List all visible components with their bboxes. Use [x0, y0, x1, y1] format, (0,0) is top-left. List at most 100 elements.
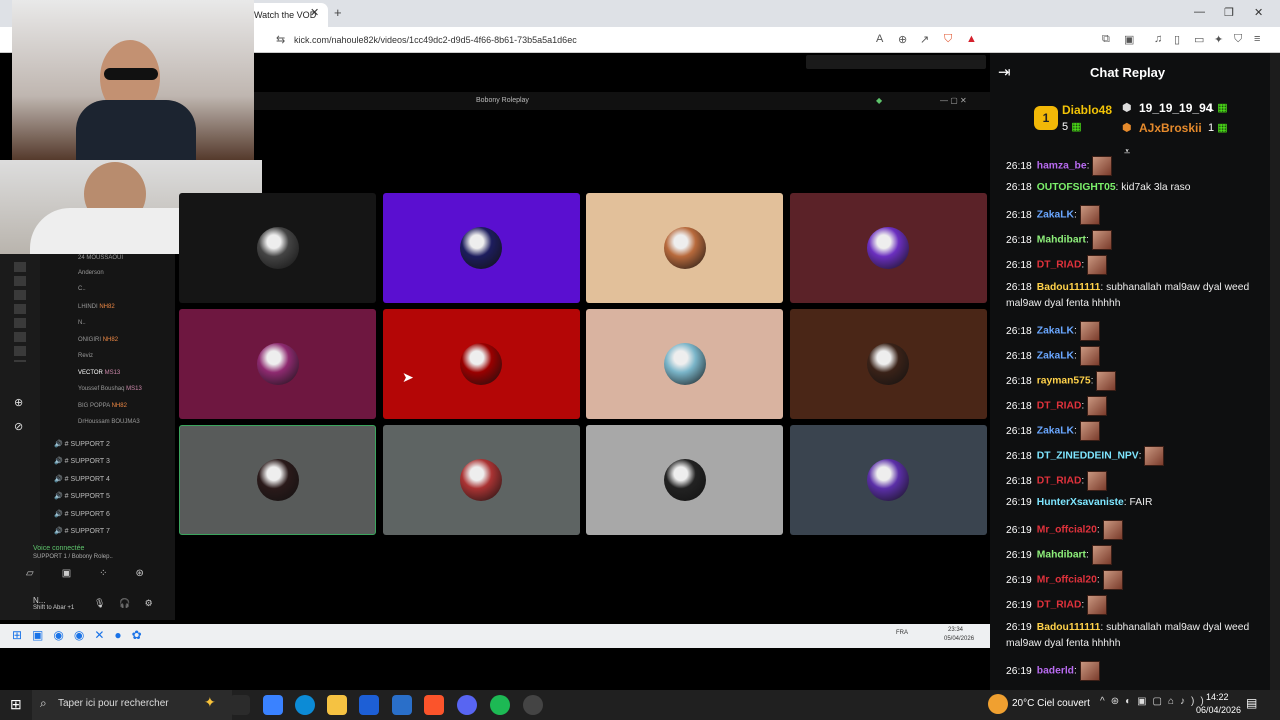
message-username[interactable]: baderld	[1037, 666, 1074, 677]
message-username[interactable]: ZakaLK	[1037, 326, 1074, 337]
chat-message[interactable]: 26:18 DT_ZINEDDEIN_NPV:	[1006, 446, 1264, 466]
clock-date[interactable]: 06/04/2026	[1196, 705, 1241, 715]
start-icon[interactable]: ⊞	[10, 696, 22, 713]
member-0[interactable]: 24 MOUSSAOUI	[78, 255, 123, 261]
channel-support-2[interactable]: 🔊 # SUPPORT 2	[54, 440, 110, 448]
voice-tile[interactable]	[789, 425, 987, 535]
chat-message[interactable]: 26:19 Mahdibart:	[1006, 545, 1264, 565]
message-username[interactable]: Badou111111	[1037, 622, 1101, 633]
site-info-icon[interactable]: ⇆	[276, 33, 285, 46]
chat-message[interactable]: 26:19 Mr_offcial20:	[1006, 570, 1264, 590]
chat-message[interactable]: 26:18 hamza_be:	[1006, 156, 1264, 176]
notification-icon[interactable]: ▤	[1246, 696, 1257, 710]
message-username[interactable]: Badou111111	[1037, 282, 1101, 293]
voice-tile[interactable]	[382, 309, 580, 419]
voice-controls[interactable]: ▱▣⁘⊛	[26, 568, 172, 579]
member-5[interactable]: ONIGIRI NH82	[78, 337, 118, 343]
chat-message[interactable]: 26:18 OUTOFSIGHT05: kid7ak 3la raso	[1006, 180, 1264, 196]
minimize-icon[interactable]: —	[1194, 6, 1205, 18]
member-8[interactable]: Youssef Boushaq MS13	[78, 386, 142, 392]
chat-message[interactable]: 26:18 DT_RIAD:	[1006, 471, 1264, 491]
menu-icon[interactable]: ≡	[1254, 33, 1260, 45]
chat-message[interactable]: 26:19 Mr_offcial20:	[1006, 520, 1264, 540]
weather-text[interactable]: 20°C Ciel couvert	[1012, 698, 1090, 709]
search-placeholder[interactable]: Taper ici pour rechercher	[58, 698, 169, 709]
member-4[interactable]: N..	[78, 320, 86, 326]
chat-message[interactable]: 26:18 DT_RIAD:	[1006, 396, 1264, 416]
media-icon[interactable]: ♫	[1154, 33, 1162, 45]
voice-tile[interactable]	[789, 309, 987, 419]
chat-message[interactable]: 26:18 ZakaLK:	[1006, 205, 1264, 225]
spotify-icon[interactable]	[490, 695, 510, 715]
message-username[interactable]: hamza_be	[1037, 161, 1087, 172]
voice-tile[interactable]	[179, 309, 376, 419]
vpn-icon[interactable]: ⛉	[1234, 33, 1242, 46]
share-icon[interactable]: ↗	[920, 33, 929, 46]
close-window-icon[interactable]: ✕	[1254, 6, 1263, 19]
server-icons[interactable]	[14, 262, 26, 362]
chat-message[interactable]: 26:18 Mahdibart:	[1006, 230, 1264, 250]
voice-tile[interactable]	[789, 193, 987, 303]
clock-time[interactable]: 14:22	[1206, 692, 1229, 702]
voice-tile[interactable]	[586, 309, 783, 419]
channel-support-5[interactable]: 🔊 # SUPPORT 5	[54, 492, 110, 500]
edge-icon[interactable]	[295, 695, 315, 715]
chat-message[interactable]: 26:18 Badou111111: subhanallah mal9aw dya…	[1006, 280, 1264, 312]
outlook-icon[interactable]	[392, 695, 412, 715]
leo-icon[interactable]: ✦	[1214, 33, 1223, 46]
member-7[interactable]: VECTOR MS13	[78, 370, 120, 376]
explore-icon[interactable]: ⊘	[14, 420, 23, 433]
message-username[interactable]: Mr_offcial20	[1037, 575, 1097, 586]
tray-icons[interactable]: ^⊛◐▣▢⌂♪))	[1100, 696, 1210, 707]
chat-collapse-icon[interactable]: ⇥	[998, 63, 1011, 81]
message-username[interactable]: ZakaLK	[1037, 351, 1074, 362]
downloads-icon[interactable]: ▭	[1194, 33, 1204, 46]
voice-tile[interactable]	[586, 425, 783, 535]
message-username[interactable]: OUTOFSIGHT05	[1037, 182, 1116, 193]
task-view-icon[interactable]	[230, 695, 250, 715]
message-username[interactable]: DT_RIAD	[1037, 476, 1082, 487]
translate-icon[interactable]: A	[876, 33, 883, 45]
sidebar-icon[interactable]: ▯	[1174, 33, 1180, 46]
member-9[interactable]: BIG POPPA NH82	[78, 403, 127, 409]
chat-message[interactable]: 26:18 DT_RIAD:	[1006, 255, 1264, 275]
voice-tile[interactable]	[382, 425, 580, 535]
channel-support-4[interactable]: 🔊 # SUPPORT 4	[54, 475, 110, 483]
chat-message[interactable]: 26:18 ZakaLK:	[1006, 346, 1264, 366]
add-server-icon[interactable]: ⊕	[14, 396, 23, 409]
url-text[interactable]: kick.com/nahoule82k/videos/1cc49dc2-d9d5…	[294, 35, 577, 45]
user-panel[interactable]: N... Shift to Abar +1	[33, 596, 74, 611]
zoom-icon[interactable]: ⊕	[898, 33, 907, 46]
chat-message[interactable]: 26:19 DT_RIAD:	[1006, 595, 1264, 615]
member-10[interactable]: DrHoussam BOUJMA3	[78, 419, 140, 425]
voice-tile[interactable]	[586, 193, 783, 303]
new-tab-icon[interactable]: +	[334, 5, 342, 20]
message-username[interactable]: HunterXsavaniste	[1037, 497, 1124, 508]
restore-icon[interactable]: ❐	[1224, 6, 1234, 19]
store-icon[interactable]	[359, 695, 379, 715]
voice-channel[interactable]: SUPPORT 1 / Bobony Rolep..	[33, 554, 113, 560]
message-username[interactable]: DT_ZINEDDEIN_NPV	[1037, 451, 1139, 462]
chat-message[interactable]: 26:18 ZakaLK:	[1006, 421, 1264, 441]
voice-tile[interactable]	[382, 193, 580, 303]
member-3[interactable]: LHINDI NH82	[78, 304, 115, 310]
message-username[interactable]: Mr_offcial20	[1037, 525, 1097, 536]
voice-tile[interactable]	[179, 425, 376, 535]
message-username[interactable]: Mahdibart	[1037, 550, 1086, 561]
message-username[interactable]: DT_RIAD	[1037, 260, 1082, 271]
message-username[interactable]: Mahdibart	[1037, 235, 1086, 246]
wallet-icon[interactable]: ▣	[1124, 33, 1134, 46]
member-6[interactable]: Reviz	[78, 353, 93, 359]
chat-message[interactable]: 26:18 rayman575:	[1006, 371, 1264, 391]
voice-tile[interactable]	[179, 193, 376, 303]
chat-message[interactable]: 26:19 baderld:	[1006, 661, 1264, 681]
message-username[interactable]: DT_RIAD	[1037, 600, 1082, 611]
rewards-icon[interactable]: ▲	[966, 33, 977, 45]
obs-icon[interactable]	[523, 695, 543, 715]
close-tab-icon[interactable]: ✕	[310, 6, 319, 19]
channel-support-6[interactable]: 🔊 # SUPPORT 6	[54, 510, 110, 518]
message-username[interactable]: ZakaLK	[1037, 210, 1074, 221]
chat-message[interactable]: 26:19 HunterXsavaniste: FAIR	[1006, 495, 1264, 511]
channel-support-3[interactable]: 🔊 # SUPPORT 3	[54, 457, 110, 465]
message-username[interactable]: ZakaLK	[1037, 426, 1074, 437]
